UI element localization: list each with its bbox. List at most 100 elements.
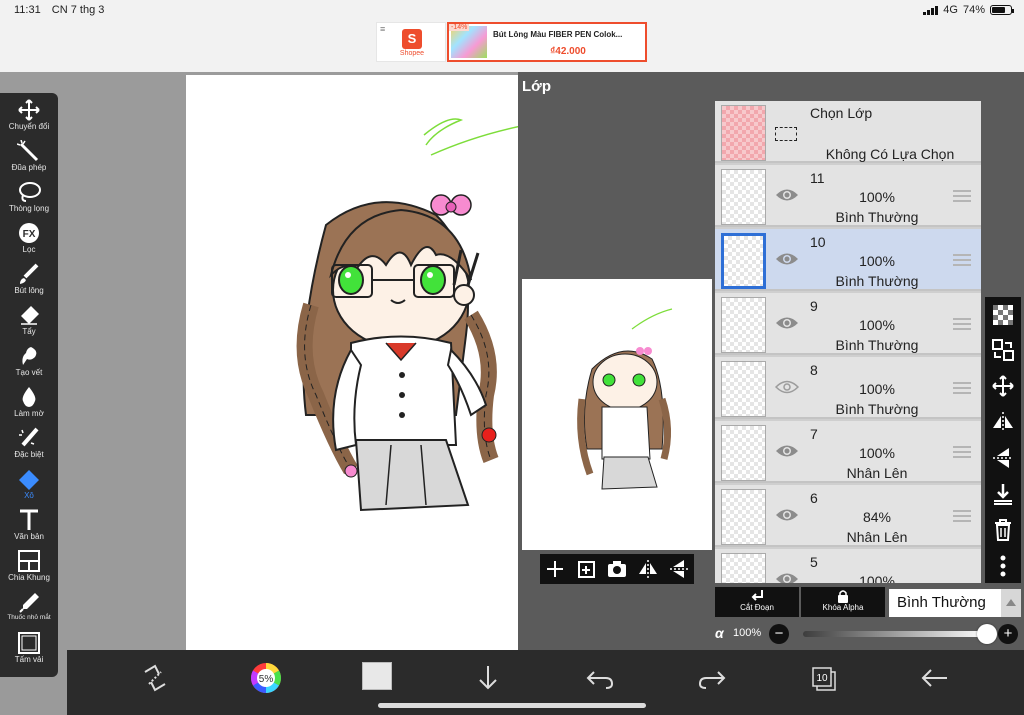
duplicate-layer-icon[interactable]: [575, 558, 597, 580]
current-color-swatch[interactable]: [362, 662, 392, 690]
tool-blur[interactable]: Làm mờ: [0, 386, 58, 426]
back-arrow-icon[interactable]: [919, 662, 951, 694]
drag-handle-icon[interactable]: [953, 190, 971, 202]
merge-down-icon[interactable]: [991, 482, 1015, 506]
layer-row[interactable]: 6 84% Nhân Lên: [715, 485, 981, 547]
undo-icon[interactable]: [584, 662, 616, 694]
download-icon[interactable]: [472, 662, 504, 694]
layer-number: 6: [810, 490, 818, 506]
opacity-increase-button[interactable]: +: [998, 624, 1018, 644]
text-icon: [20, 509, 38, 530]
status-bar: 11:31 CN 7 thg 3 4G 74%: [0, 0, 1024, 20]
tool-smudge[interactable]: Tạo vết: [0, 345, 58, 385]
drag-handle-icon[interactable]: [953, 446, 971, 458]
home-indicator[interactable]: [378, 703, 646, 708]
layer-row[interactable]: 9 100% Bình Thường: [715, 293, 981, 355]
alpha-lock-button[interactable]: Khóa Alpha: [801, 587, 885, 617]
product-price: ₫42.000: [550, 46, 586, 57]
drag-handle-icon[interactable]: [953, 318, 971, 330]
tool-label: Tấm vải: [14, 655, 44, 664]
shopee-ad-logo[interactable]: ≡ S Shopee: [376, 22, 446, 62]
layers-button[interactable]: 10: [808, 662, 840, 694]
layer-preview: [522, 279, 712, 550]
layer-thumbnail: [721, 297, 766, 353]
tool-brush[interactable]: Bút lông: [0, 263, 58, 303]
opacity-slider[interactable]: [803, 631, 987, 637]
tool-filter[interactable]: FX Lọc: [0, 222, 58, 262]
blend-mode-dropdown[interactable]: [1001, 589, 1021, 617]
drag-handle-icon[interactable]: [953, 382, 971, 394]
layer-opacity: 100%: [859, 317, 895, 333]
eye-icon[interactable]: [775, 443, 799, 459]
tool-label: Chia Khung: [8, 573, 50, 582]
clipping-label: Cắt Đoạn: [740, 603, 774, 612]
layer-thumbnail: [721, 233, 766, 289]
layer-opacity: 100%: [859, 253, 895, 269]
layer-row[interactable]: 8 100% Bình Thường: [715, 357, 981, 419]
opacity-row: α 100% − +: [715, 621, 1021, 647]
tool-magic-wand[interactable]: Đũa phép: [0, 140, 58, 180]
drag-handle-icon[interactable]: [953, 510, 971, 522]
flip-layer-vertical-icon[interactable]: [991, 446, 1015, 470]
layer-row[interactable]: 11 100% Bình Thường: [715, 165, 981, 227]
brush-size-button[interactable]: 5%: [250, 662, 282, 694]
tool-bucket[interactable]: Xô: [0, 468, 58, 508]
tool-canvas[interactable]: Tấm vải: [0, 632, 58, 672]
eye-hidden-icon[interactable]: [775, 379, 799, 395]
flip-horizontal-icon[interactable]: [637, 558, 659, 580]
alpha-symbol: α: [715, 625, 724, 641]
redo-icon[interactable]: [696, 662, 728, 694]
add-layer-icon[interactable]: [544, 558, 566, 580]
smudge-icon: [22, 347, 37, 365]
selection-layer-row[interactable]: Chọn Lớp Không Có Lựa Chọn: [715, 101, 981, 163]
layer-list[interactable]: Chọn Lớp Không Có Lựa Chọn 11 100% Bình …: [715, 101, 981, 583]
more-options-icon[interactable]: [991, 554, 1015, 578]
battery-percent: 74%: [962, 4, 985, 16]
blend-mode-select[interactable]: Bình Thường: [889, 589, 1007, 617]
ad-banner: ≡ S Shopee -14% Bút Lông Màu FIBER PEN C…: [0, 20, 1024, 72]
tool-eraser[interactable]: Tẩy: [0, 304, 58, 344]
lock-icon: [838, 590, 848, 603]
tool-frame-divider[interactable]: Chia Khung: [0, 550, 58, 590]
ad-product-card[interactable]: -14% Bút Lông Màu FIBER PEN Colok... ₫42…: [447, 22, 647, 62]
layer-number: 5: [810, 554, 818, 570]
tool-special[interactable]: Đặc biệt: [0, 427, 58, 467]
tool-label: Tẩy: [22, 327, 36, 336]
opacity-decrease-button[interactable]: −: [769, 624, 789, 644]
drag-handle-icon[interactable]: [953, 254, 971, 266]
move-layer-icon[interactable]: [991, 374, 1015, 398]
eye-icon[interactable]: [775, 507, 799, 523]
layer-blend-mode: Bình Thường: [835, 401, 919, 417]
eye-icon[interactable]: [775, 187, 799, 203]
layer-transfer-icon[interactable]: [991, 338, 1015, 362]
tool-label: Văn bản: [14, 532, 44, 541]
tool-label: Xô: [24, 491, 34, 500]
camera-icon[interactable]: [606, 558, 628, 580]
eye-icon[interactable]: [775, 571, 799, 583]
tool-transform[interactable]: Chuyển đổi: [0, 99, 58, 139]
tool-eyedropper[interactable]: Thuốc nhỏ mắt: [0, 591, 58, 631]
flip-layer-horizontal-icon[interactable]: [991, 410, 1015, 434]
layer-row[interactable]: 10 100% Bình Thường: [715, 229, 981, 291]
layer-opacity: 84%: [862, 509, 892, 525]
network-type: 4G: [943, 4, 958, 16]
clipping-button[interactable]: Cắt Đoạn: [715, 587, 799, 617]
layer-thumbnail: [721, 361, 766, 417]
quick-transform-icon[interactable]: [139, 662, 171, 694]
drawing-canvas[interactable]: [186, 75, 527, 650]
trash-icon[interactable]: [991, 518, 1015, 542]
color-wheel-icon: 5%: [250, 663, 282, 693]
layer-row[interactable]: 5 100%: [715, 549, 981, 583]
opacity-slider-knob[interactable]: [977, 624, 997, 644]
flip-vertical-icon[interactable]: [668, 558, 690, 580]
fx-icon: FX: [19, 223, 39, 243]
tool-lasso[interactable]: Thòng lọng: [0, 181, 58, 221]
tool-text[interactable]: Văn bản: [0, 509, 58, 549]
transparency-checker-icon[interactable]: [991, 303, 1015, 327]
eye-icon[interactable]: [775, 315, 799, 331]
battery-icon: [990, 5, 1014, 15]
chibi-drawing: [296, 118, 527, 512]
eye-icon[interactable]: [775, 251, 799, 267]
shopee-bag-icon: S: [402, 29, 422, 49]
layer-row[interactable]: 7 100% Nhân Lên: [715, 421, 981, 483]
